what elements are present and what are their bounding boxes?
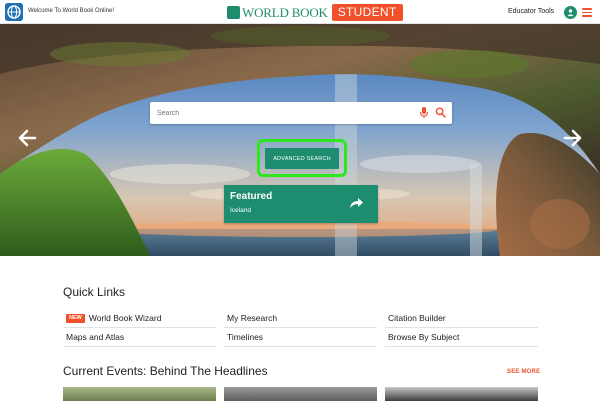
hamburger-menu-icon[interactable] — [582, 8, 592, 17]
featured-card[interactable]: Featured Iceland — [224, 185, 378, 223]
quick-link-browse-by-subject[interactable]: Browse By Subject — [388, 328, 459, 346]
welcome-text: Welcome To World Book Online! — [28, 8, 115, 14]
brand-name: WORLD BOOK — [242, 4, 328, 20]
quick-link-citation-builder[interactable]: Citation Builder — [388, 309, 446, 327]
new-badge: NEW — [66, 313, 85, 323]
world-book-student-logo[interactable]: WORLD BOOK STUDENT — [227, 4, 403, 21]
top-header: Welcome To World Book Online! WORLD BOOK… — [0, 0, 600, 24]
current-events-title: Current Events: Behind The Headlines — [63, 364, 268, 378]
quick-link-label: World Book Wizard — [88, 313, 162, 323]
search-icon[interactable] — [435, 106, 446, 119]
world-book-globe-logo-icon[interactable] — [5, 3, 23, 21]
brand-mark-icon — [227, 6, 240, 19]
student-badge: STUDENT — [331, 4, 403, 21]
advanced-search-button[interactable]: ADVANCED SEARCH — [265, 148, 339, 169]
divider — [385, 346, 538, 347]
see-more-link[interactable]: SEE MORE — [507, 369, 540, 375]
quick-link-label: Timelines — [227, 332, 264, 342]
microphone-icon[interactable] — [419, 106, 429, 119]
quick-link-label: Citation Builder — [388, 313, 446, 323]
quick-link-timelines[interactable]: Timelines — [227, 328, 263, 346]
news-thumbnail[interactable] — [63, 387, 216, 401]
featured-subtitle: Iceland — [230, 207, 251, 214]
quick-link-label: My Research — [227, 313, 278, 323]
share-arrow-icon[interactable] — [348, 196, 364, 210]
quick-link-world-book-wizard[interactable]: NEW World Book Wizard — [66, 309, 161, 327]
educator-tools-link[interactable]: Educator Tools — [508, 8, 554, 15]
quick-link-label: Maps and Atlas — [66, 332, 125, 342]
quick-links-title: Quick Links — [63, 285, 126, 299]
divider — [224, 346, 377, 347]
carousel-prev-arrow-icon[interactable] — [16, 126, 38, 150]
user-profile-icon[interactable] — [564, 6, 577, 19]
quick-link-my-research[interactable]: My Research — [227, 309, 277, 327]
news-thumbnail[interactable] — [224, 387, 377, 401]
featured-title: Featured — [230, 191, 273, 202]
carousel-next-arrow-icon[interactable] — [562, 126, 584, 150]
divider — [63, 346, 216, 347]
news-thumbnail[interactable] — [385, 387, 538, 401]
quick-link-maps-and-atlas[interactable]: Maps and Atlas — [66, 328, 124, 346]
quick-link-label: Browse By Subject — [388, 332, 460, 342]
search-input[interactable] — [150, 102, 410, 124]
search-bar — [150, 102, 452, 124]
